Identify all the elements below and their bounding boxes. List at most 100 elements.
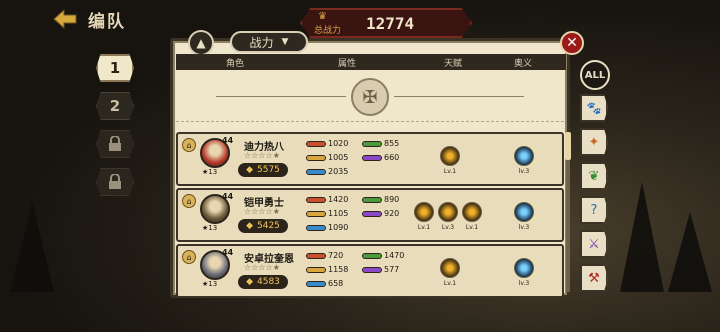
filter-hammer-tab[interactable]: ⚒ xyxy=(580,264,608,292)
filter-paw-tab[interactable]: 🐾 xyxy=(580,94,608,122)
stat-hp-value: 1020 xyxy=(328,139,349,148)
stat-spd: 660 xyxy=(362,153,399,162)
sort-dropdown[interactable]: 战力 ▼ xyxy=(230,31,308,53)
filter-swords-tab[interactable]: ⚔ xyxy=(580,230,608,258)
hero-rank: ★13 xyxy=(202,224,218,232)
talent-icon[interactable] xyxy=(462,202,482,222)
stat-hp-value: 1420 xyxy=(328,195,349,204)
stat-spd: 577 xyxy=(362,265,399,274)
hammer-icon: ⚒ xyxy=(588,270,600,286)
stat-hp-bar xyxy=(306,252,326,259)
column-mystery: 奥义 xyxy=(514,59,533,69)
divider xyxy=(216,96,346,97)
stat-def-bar xyxy=(306,266,326,273)
talent-level: Lv.1 xyxy=(465,224,479,231)
talent-icon[interactable] xyxy=(440,258,460,278)
team-slot-1[interactable]: 1 xyxy=(96,54,134,82)
hero-rank-value: 13 xyxy=(208,280,218,288)
talent-icon[interactable] xyxy=(414,202,434,222)
stat-hp: 720 xyxy=(306,251,343,260)
filter-all-tab[interactable]: ALL xyxy=(580,60,610,90)
tree-silhouette xyxy=(10,202,54,292)
column-attr: 属性 xyxy=(338,59,357,69)
stat-hp: 1420 xyxy=(306,195,348,204)
power-icon: ◆ xyxy=(246,165,253,175)
stat-def-bar xyxy=(306,210,326,217)
hero-power-badge: ◆ 5575 xyxy=(238,163,288,177)
stat-def-value: 1105 xyxy=(328,209,349,218)
stat-atk-bar xyxy=(362,252,382,259)
lock-icon xyxy=(109,136,121,151)
stat-def: 1158 xyxy=(306,265,348,274)
mystery-skill-icon[interactable] xyxy=(514,258,534,278)
chevron-up-icon: ▲ xyxy=(196,36,206,50)
stat-def: 1005 xyxy=(306,153,348,162)
sort-label: 战力 xyxy=(249,35,274,50)
crown-icon: ♛ xyxy=(318,11,327,22)
total-power-banner: ♛ 总战力 12774 xyxy=(300,8,472,38)
stat-crit-bar xyxy=(306,168,326,175)
mystery-level: lv.3 xyxy=(518,224,530,231)
stat-spd-value: 920 xyxy=(384,209,400,218)
team-slot-locked[interactable] xyxy=(96,130,134,158)
divider xyxy=(394,96,524,97)
stat-crit-bar xyxy=(306,224,326,231)
hero-star-rating: ☆☆☆☆★ xyxy=(244,207,280,216)
stat-crit-value: 658 xyxy=(328,279,344,288)
team-slot-2[interactable]: 2 xyxy=(96,92,134,120)
mystery-skill-icon[interactable] xyxy=(514,146,534,166)
column-talent: 天赋 xyxy=(444,59,463,69)
empty-slot-row[interactable]: ✠ xyxy=(176,72,564,122)
filter-hook-tab[interactable]: ? xyxy=(580,196,608,224)
stat-hp: 1020 xyxy=(306,139,348,148)
hero-rank-value: 13 xyxy=(208,224,218,232)
hero-rank: ★13 xyxy=(202,168,218,176)
mystery-skill-icon[interactable] xyxy=(514,202,534,222)
stat-crit-value: 1090 xyxy=(328,223,349,232)
talent-level: Lv.1 xyxy=(417,224,431,231)
close-icon: ✕ xyxy=(566,35,578,51)
stat-def: 1105 xyxy=(306,209,348,218)
hero-level: 44 xyxy=(222,248,234,257)
stat-atk-value: 855 xyxy=(384,139,400,148)
hero-rank-value: 13 xyxy=(208,168,218,176)
page-title: 编队 xyxy=(88,12,126,32)
hero-power-value: 4583 xyxy=(257,277,280,287)
stat-crit: 2035 xyxy=(306,167,348,176)
stat-atk: 890 xyxy=(362,195,399,204)
stat-atk: 1470 xyxy=(362,251,404,260)
stat-hp-bar xyxy=(306,140,326,147)
stat-crit-value: 2035 xyxy=(328,167,349,176)
collapse-button[interactable]: ▲ xyxy=(188,30,214,56)
stat-spd-bar xyxy=(362,266,382,273)
hero-power-value: 5425 xyxy=(257,221,280,231)
hero-row[interactable]: ⌂ 44 ★13 安卓拉奎恩 ☆☆☆☆★ ◆ 4583 720 1470 115… xyxy=(176,244,564,298)
stat-spd-value: 577 xyxy=(384,265,400,274)
back-arrow-icon[interactable] xyxy=(52,8,78,30)
close-button[interactable]: ✕ xyxy=(560,31,584,55)
hero-class-badge: ⌂ xyxy=(182,138,196,152)
filter-leaf-tab[interactable]: ❦ xyxy=(580,162,608,190)
hero-row[interactable]: ⌂ 44 ★13 铠甲勇士 ☆☆☆☆★ ◆ 5425 1420 890 1105… xyxy=(176,188,564,242)
talent-icon[interactable] xyxy=(440,146,460,166)
stat-hp-bar xyxy=(306,196,326,203)
stat-def-value: 1158 xyxy=(328,265,349,274)
stat-spd-value: 660 xyxy=(384,153,400,162)
hero-power-value: 5575 xyxy=(257,165,280,175)
filter-fire-tab[interactable]: ✦ xyxy=(580,128,608,156)
crossed-swords-icon: ⚔ xyxy=(588,236,600,252)
hero-star-rating: ☆☆☆☆★ xyxy=(244,151,280,160)
stat-spd-bar xyxy=(362,154,382,161)
team-slot-locked[interactable] xyxy=(96,168,134,196)
stat-crit-bar xyxy=(306,280,326,287)
talent-icon[interactable] xyxy=(438,202,458,222)
talent-level: Lv.1 xyxy=(443,280,457,287)
stat-spd: 920 xyxy=(362,209,399,218)
hero-row[interactable]: ⌂ 44 ★13 迪力热八 ☆☆☆☆★ ◆ 5575 1020 855 1005… xyxy=(176,132,564,186)
tree-silhouette xyxy=(668,212,712,292)
scrollbar-thumb[interactable] xyxy=(565,132,571,160)
leaf-icon: ❦ xyxy=(588,168,600,184)
clan-emblem-icon: ✠ xyxy=(351,78,389,116)
hook-icon: ? xyxy=(590,202,598,218)
stat-atk-value: 890 xyxy=(384,195,400,204)
